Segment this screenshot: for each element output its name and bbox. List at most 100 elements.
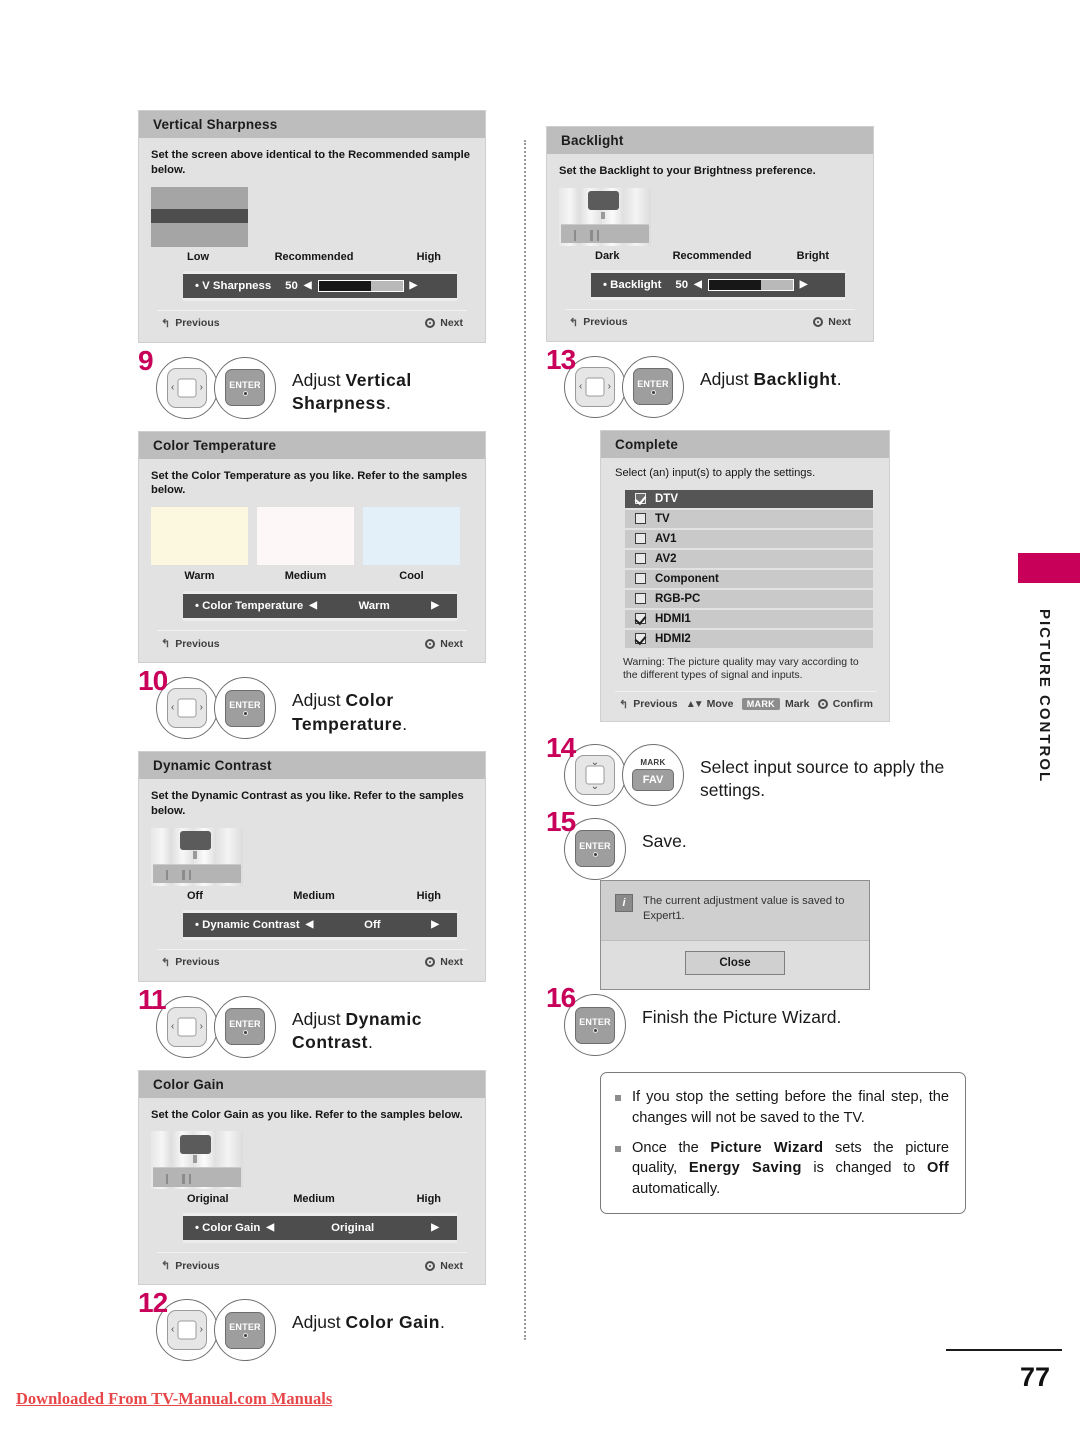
enter-label: ENTER (637, 378, 669, 389)
osd-description: Set the Dynamic Contrast as you like. Re… (151, 790, 464, 817)
previous-control[interactable]: ↰ Previous (619, 698, 678, 711)
input-row-hdmi2[interactable]: HDMI2 (625, 629, 873, 648)
option-value: Warm (358, 600, 390, 613)
checkbox-icon[interactable] (635, 633, 646, 645)
right-arrow-icon[interactable]: ▶ (410, 280, 418, 291)
left-arrow-icon[interactable]: ◀ (694, 279, 702, 290)
mark-control[interactable]: MARK Mark (741, 698, 810, 711)
enter-key[interactable]: ENTER (214, 995, 276, 1058)
checkbox-icon[interactable] (635, 533, 646, 545)
close-button[interactable]: Close (685, 951, 785, 976)
checkbox-icon[interactable] (635, 553, 646, 565)
enter-key[interactable]: ENTER (214, 677, 276, 740)
option-value: Original (331, 1222, 375, 1235)
backlight-slider-row[interactable]: • Backlight 50 ◀ ▶ (591, 269, 845, 300)
left-arrow-icon[interactable]: ◀ (266, 1223, 274, 1233)
input-label: AV1 (655, 532, 677, 545)
backlight-sample-image (559, 187, 651, 246)
left-arrow-icon[interactable]: ◀ (309, 601, 317, 611)
back-arrow-icon: ↰ (161, 1260, 171, 1273)
step-text: Adjust Color Gain. (292, 1312, 445, 1333)
left-arrow-icon[interactable]: ◀ (304, 280, 312, 291)
option-label: • Color Gain (195, 1222, 261, 1235)
checkbox-icon[interactable] (635, 613, 646, 625)
dpad-lr-key[interactable]: ‹ › (156, 356, 218, 419)
previous-control[interactable]: ↰ Previous (161, 637, 220, 651)
next-control[interactable]: Next (425, 956, 463, 968)
input-row-tv[interactable]: TV (625, 509, 873, 528)
step-keys: ‹ › ENTER (156, 677, 276, 740)
previous-control[interactable]: ↰ Previous (161, 1259, 220, 1273)
scale-low: Off (187, 889, 203, 902)
mark-label: Mark (784, 698, 810, 711)
next-control[interactable]: Next (425, 638, 463, 650)
swatch-medium (257, 507, 354, 566)
right-column: Backlight Set the Backlight to your Brig… (546, 110, 986, 1214)
input-row-hdmi1[interactable]: HDMI1 (625, 609, 873, 628)
v-sharpness-slider-row[interactable]: • V Sharpness 50 ◀ ▶ (183, 270, 457, 301)
next-control[interactable]: Next (813, 316, 851, 328)
checkbox-icon[interactable] (635, 513, 646, 525)
right-arrow-icon[interactable]: ▶ (431, 1223, 439, 1233)
swatch-warm (151, 507, 248, 566)
step-text: Select input source to apply the setting… (700, 756, 945, 801)
swatch-cool (363, 507, 460, 566)
right-arrow-icon[interactable]: ▶ (800, 279, 808, 290)
step-number: 13 (546, 343, 576, 375)
dynamic-contrast-sample-image (151, 827, 243, 886)
right-arrow-icon[interactable]: ▶ (431, 919, 439, 930)
input-row-av2[interactable]: AV2 (625, 549, 873, 568)
input-row-dtv[interactable]: DTV (625, 489, 873, 508)
next-label: Next (440, 317, 463, 330)
scale-high: Bright (796, 249, 830, 262)
next-control[interactable]: Next (425, 317, 463, 329)
enter-label: ENTER (229, 700, 261, 711)
previous-control[interactable]: ↰ Previous (161, 317, 220, 330)
input-row-component[interactable]: Component (625, 569, 873, 588)
fav-label: FAV (632, 769, 674, 792)
input-label: AV2 (655, 552, 677, 565)
note-item: Once the Picture Wizard sets the picture… (615, 1138, 949, 1200)
checkbox-icon[interactable] (635, 593, 646, 605)
scale-labels: Dark Recommended Bright (559, 250, 861, 262)
enter-key[interactable]: ENTER (214, 356, 276, 419)
previous-control[interactable]: ↰ Previous (161, 956, 220, 969)
color-gain-option-row[interactable]: • Color Gain ◀ Original ▶ (183, 1213, 457, 1244)
color-temperature-option-row[interactable]: • Color Temperature ◀ Warm ▶ (183, 591, 457, 622)
previous-label: Previous (633, 698, 678, 711)
step-number: 15 (546, 805, 576, 837)
input-label: TV (655, 512, 670, 525)
input-label: HDMI1 (655, 612, 691, 625)
previous-control[interactable]: ↰ Previous (569, 316, 628, 329)
confirm-control[interactable]: Confirm (817, 698, 873, 710)
osd-description: Set the Backlight to your Brightness pre… (559, 165, 816, 177)
next-control[interactable]: Next (425, 1260, 463, 1272)
checkbox-icon[interactable] (635, 573, 646, 585)
scale-low: Low (187, 250, 209, 263)
slider-bar[interactable] (707, 278, 794, 291)
right-arrow-icon[interactable]: ▶ (431, 601, 439, 611)
step-keys: ‹ › ENTER (156, 356, 276, 419)
move-control[interactable]: ▲▼ Move (686, 698, 734, 710)
page-number: 77 (1019, 1362, 1050, 1392)
left-arrow-icon[interactable]: ◀ (306, 919, 314, 930)
slider-value: 50 (285, 279, 298, 292)
step-keys: ‹ › ENTER (564, 355, 684, 418)
scale-labels: Original Medium High (151, 1193, 473, 1205)
note-item: If you stop the setting before the final… (615, 1087, 949, 1128)
slider-bar[interactable] (317, 279, 404, 292)
step-16: 16 ENTER Finish the Picture Wizard. (546, 984, 986, 1057)
swatch-label-cool: Cool (399, 570, 424, 583)
enter-key[interactable]: ENTER (214, 1299, 276, 1362)
enter-key[interactable]: ENTER (622, 355, 684, 418)
step-keys: ‹ › ENTER (156, 1299, 276, 1362)
checkbox-icon[interactable] (635, 493, 646, 505)
section-tab: PICTURE CONTROL (1018, 553, 1080, 783)
input-row-av1[interactable]: AV1 (625, 529, 873, 548)
mark-fav-key[interactable]: MARK FAV (622, 743, 684, 806)
download-source-link[interactable]: Downloaded From TV-Manual.com Manuals (16, 1389, 332, 1409)
dynamic-contrast-option-row[interactable]: • Dynamic Contrast ◀ Off ▶ (183, 909, 457, 940)
input-row-rgb-pc[interactable]: RGB-PC (625, 589, 873, 608)
osd-title: Vertical Sharpness (139, 111, 485, 138)
enter-label: ENTER (579, 840, 611, 851)
